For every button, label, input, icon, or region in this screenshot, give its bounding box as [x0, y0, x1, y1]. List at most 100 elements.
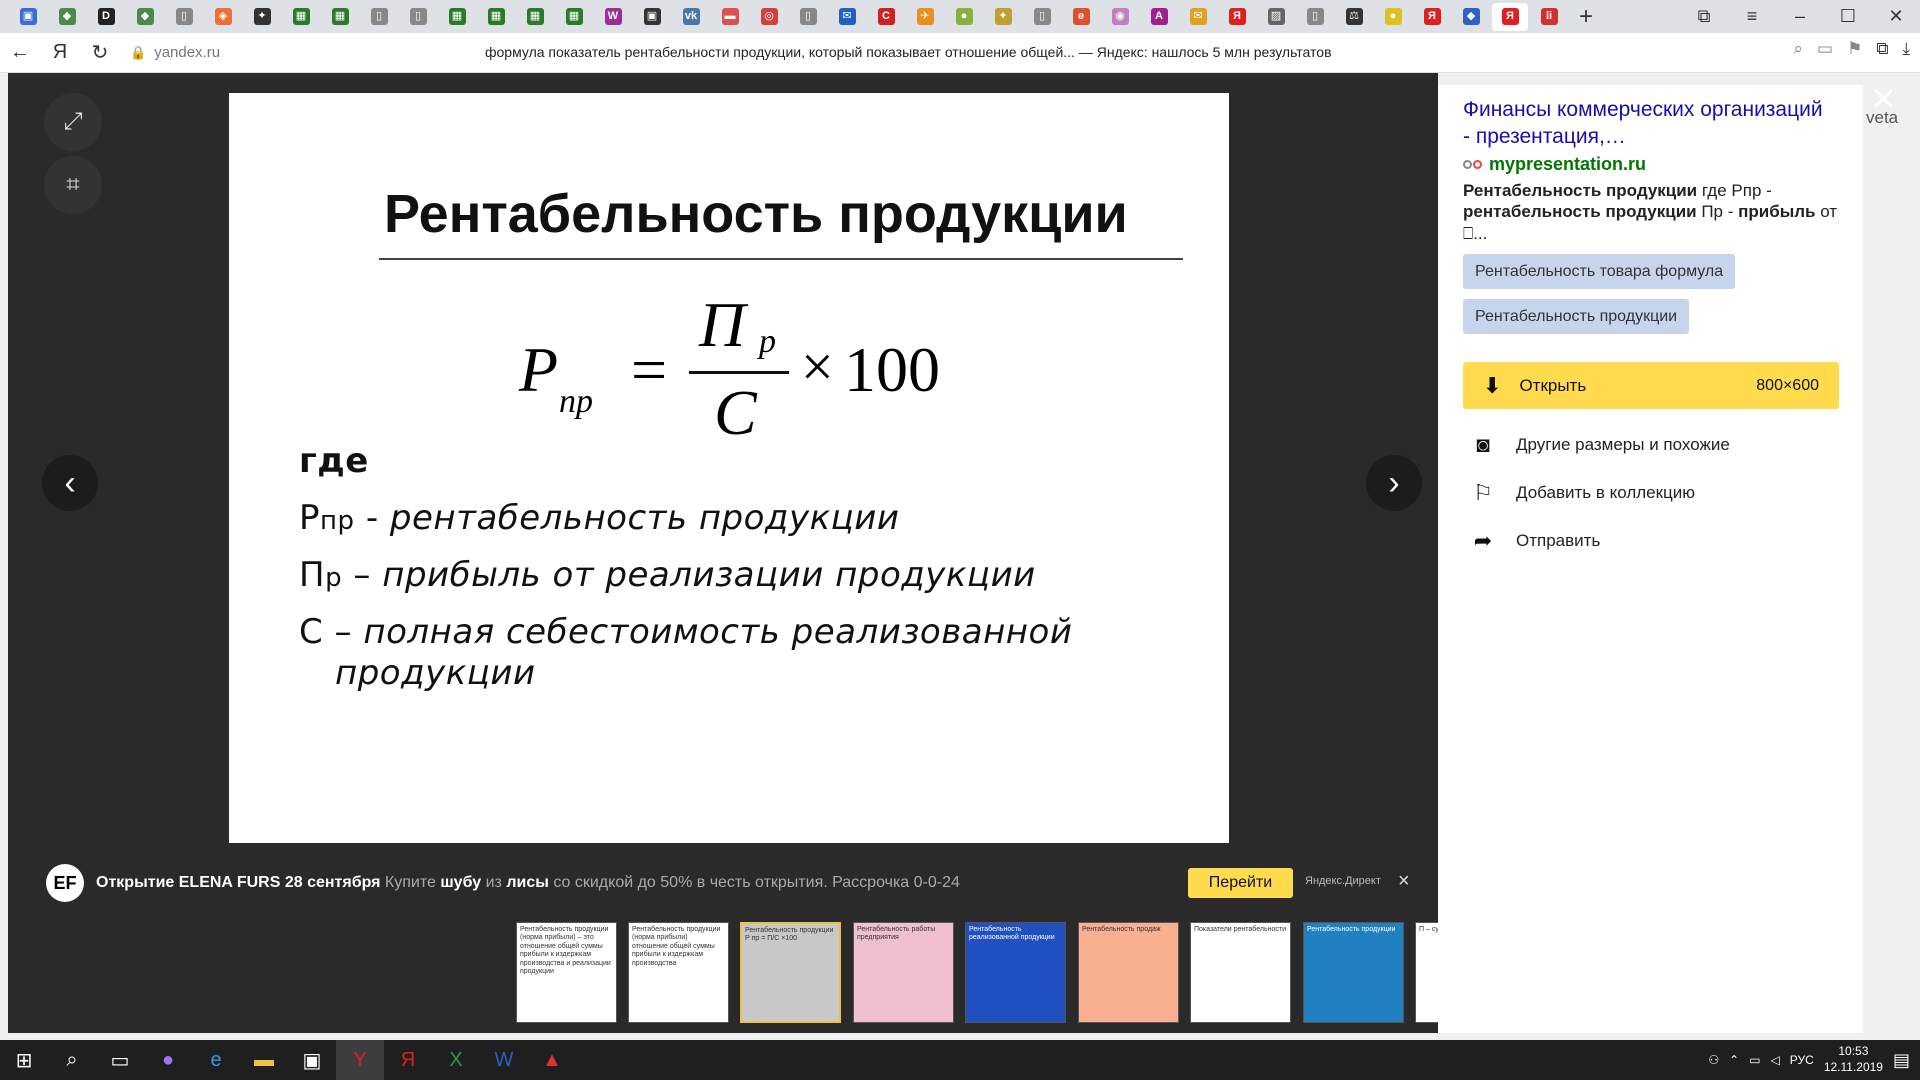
thumbnail[interactable]: П – сумма — [1415, 922, 1438, 1023]
clock[interactable]: 10:53 12.11.2019 — [1824, 1044, 1883, 1075]
share-action[interactable]: ➦ Отправить — [1470, 528, 1601, 554]
zoom-icon[interactable]: ⌕ — [1794, 39, 1804, 59]
ad-text[interactable]: Открытие ELENA FURS 28 сентября Купите ш… — [96, 874, 960, 892]
browser-tab[interactable]: ▯ — [400, 3, 436, 31]
excel-icon[interactable]: X — [432, 1040, 480, 1080]
source-domain[interactable]: mypresentation.ru — [1463, 154, 1646, 175]
browser-tab[interactable]: ✦ — [244, 3, 280, 31]
browser-tab[interactable]: ▯ — [361, 3, 397, 31]
thumbnail[interactable]: Рентабельность продукции (норма прибыли)… — [628, 922, 729, 1023]
search-icon[interactable]: ⌕ — [48, 1040, 96, 1080]
thumbnail[interactable]: Рентабельность продукции Р пр = П/С ×100 — [740, 922, 841, 1023]
browser-tab[interactable]: ▯ — [166, 3, 202, 31]
browser-tab[interactable]: ▨ — [1258, 3, 1294, 31]
tray-expand-icon[interactable]: ⌃ — [1729, 1053, 1739, 1067]
source-title-link[interactable]: Финансы коммерческих организаций - презе… — [1463, 97, 1833, 151]
next-image-button[interactable]: › — [1366, 455, 1422, 511]
browser-tab[interactable]: ◆ — [1453, 3, 1489, 31]
browser-tab[interactable]: ● — [946, 3, 982, 31]
bookmarks-icon[interactable]: ⧉ — [1680, 6, 1728, 27]
back-arrow-icon[interactable]: ← — [0, 41, 40, 64]
yandex-browser-icon[interactable]: Y — [336, 1040, 384, 1080]
crop-icon[interactable]: ⌗ — [44, 156, 102, 214]
browser-tab[interactable]: W — [595, 3, 631, 31]
browser-tab[interactable]: ▦ — [517, 3, 553, 31]
maximize-icon[interactable]: ☐ — [1824, 6, 1872, 27]
browser-tab[interactable]: vk — [673, 3, 709, 31]
menu-icon[interactable]: ≡ — [1728, 6, 1776, 27]
alice-icon[interactable]: ● — [144, 1040, 192, 1080]
browser-tab[interactable]: C — [868, 3, 904, 31]
close-window-icon[interactable]: ✕ — [1872, 6, 1920, 27]
ad-close-icon[interactable]: × — [1398, 870, 1410, 893]
browser-tab[interactable]: ◉ — [1102, 3, 1138, 31]
browser-tab[interactable]: ◆ — [49, 3, 85, 31]
browser-tab[interactable]: e — [1063, 3, 1099, 31]
url-field[interactable]: 🔒 yandex.ru — [130, 44, 220, 61]
related-query-chip[interactable]: Рентабельность продукции — [1463, 299, 1690, 334]
browser-tab[interactable]: ◎ — [751, 3, 787, 31]
browser-tab[interactable]: D — [88, 3, 124, 31]
start-icon[interactable]: ⊞ — [0, 1040, 48, 1080]
browser-tab[interactable]: ⚖ — [1336, 3, 1372, 31]
browser-tab[interactable]: ▦ — [439, 3, 475, 31]
browser-tab[interactable]: ✈ — [907, 3, 943, 31]
browser-tab[interactable]: ● — [1375, 3, 1411, 31]
browser-tab[interactable]: Я — [1414, 3, 1450, 31]
download-icon[interactable]: ⤓ — [1902, 39, 1910, 59]
reload-icon[interactable]: ↻ — [80, 40, 120, 65]
browser-tab[interactable]: ▣ — [634, 3, 670, 31]
browser-tab[interactable]: ✉ — [1180, 3, 1216, 31]
thumbnail[interactable]: Рентабельность продукции — [1303, 922, 1404, 1023]
fullscreen-icon[interactable]: ⤢ — [44, 93, 102, 151]
thumbnail[interactable]: Рентабельность продаж — [1078, 922, 1179, 1023]
language-indicator[interactable]: РУС — [1790, 1053, 1814, 1067]
yandex-direct-label[interactable]: Яндекс.Директ — [1305, 875, 1381, 887]
browser-tab[interactable]: ▦ — [478, 3, 514, 31]
volume-icon[interactable]: ◁ — [1771, 1053, 1780, 1067]
bookmark-icon[interactable]: ⚑ — [1847, 39, 1862, 59]
browser-tab[interactable]: ▣ — [10, 3, 46, 31]
task-view-icon[interactable]: ▭ — [96, 1040, 144, 1080]
browser-tab[interactable]: A — [1141, 3, 1177, 31]
minimize-icon[interactable]: – — [1776, 6, 1824, 27]
notifications-icon[interactable]: ▤ — [1893, 1050, 1910, 1071]
browser-tab[interactable]: ▬ — [712, 3, 748, 31]
edge-icon[interactable]: e — [192, 1040, 240, 1080]
browser-tab[interactable]: ▯ — [1024, 3, 1060, 31]
browser-tab[interactable]: ▦ — [322, 3, 358, 31]
yandex-icon[interactable]: Я — [384, 1040, 432, 1080]
browser-tab[interactable]: ▯ — [790, 3, 826, 31]
other-sizes-action[interactable]: ◙ Другие размеры и похожие — [1470, 432, 1729, 458]
browser-tab[interactable]: ▦ — [283, 3, 319, 31]
word-icon[interactable]: W — [480, 1040, 528, 1080]
advertiser-logo[interactable]: EF — [46, 864, 84, 902]
open-image-button[interactable]: ⬇ Открыть 800×600 — [1463, 362, 1839, 409]
new-tab-icon[interactable]: + — [1570, 3, 1602, 31]
browser-tab[interactable]: Я — [1219, 3, 1255, 31]
pdf-icon[interactable]: ▲ — [528, 1040, 576, 1080]
prev-image-button[interactable]: ‹ — [42, 455, 98, 511]
browser-tab[interactable]: li — [1531, 3, 1567, 31]
browser-tab[interactable]: ▦ — [556, 3, 592, 31]
browser-tab[interactable]: ▯ — [1297, 3, 1333, 31]
store-icon[interactable]: ▣ — [288, 1040, 336, 1080]
browser-tab[interactable]: ◈ — [205, 3, 241, 31]
add-to-collection-action[interactable]: ⚐ Добавить в коллекцию — [1470, 480, 1695, 506]
explorer-icon[interactable]: ▬ — [240, 1040, 288, 1080]
browser-tab[interactable]: ✦ — [985, 3, 1021, 31]
browser-tab[interactable]: ✉ — [829, 3, 865, 31]
thumbnail[interactable]: Рентабельность реализованной продукции — [965, 922, 1066, 1023]
chat-icon[interactable]: ▭ — [1817, 39, 1833, 59]
thumbnail[interactable]: Рентабельность работы предприятия — [853, 922, 954, 1023]
thumbnail[interactable]: Рентабельность продукции (норма прибыли)… — [516, 922, 617, 1023]
people-icon[interactable]: ⚇ — [1708, 1053, 1719, 1067]
browser-tab[interactable]: ◆ — [127, 3, 163, 31]
network-icon[interactable]: ▭ — [1749, 1053, 1760, 1067]
translate-icon[interactable]: ⧉ — [1876, 39, 1888, 59]
ad-go-button[interactable]: Перейти — [1188, 868, 1293, 898]
related-query-chip[interactable]: Рентабельность товара формула — [1463, 254, 1736, 289]
thumbnail[interactable]: Показатели рентабельности — [1190, 922, 1291, 1023]
browser-tab[interactable]: Я — [1492, 2, 1528, 31]
yandex-logo-icon[interactable]: Я — [40, 41, 80, 64]
